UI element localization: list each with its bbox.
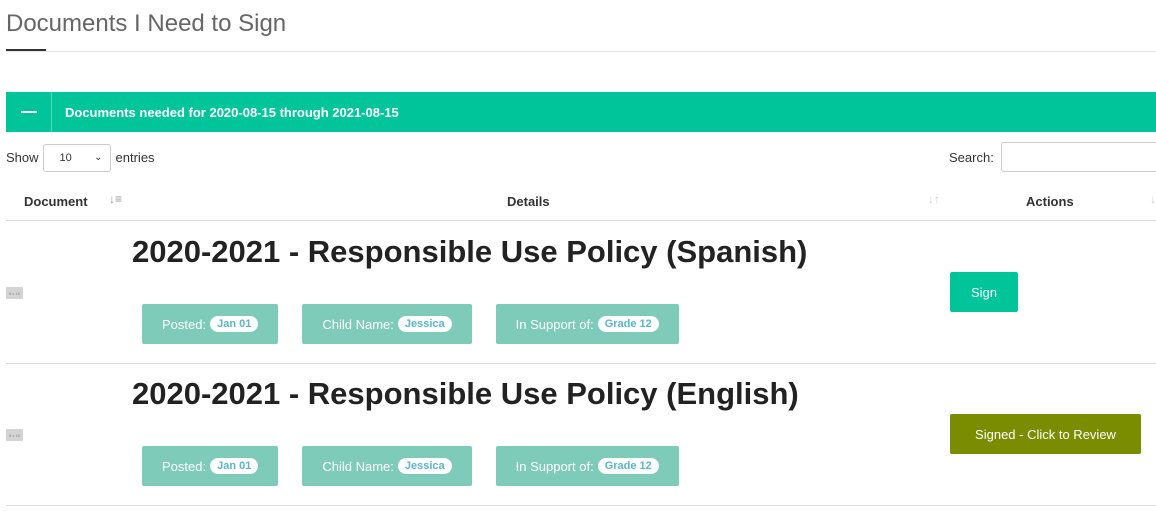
sort-both-icon[interactable]: ↓ bbox=[1150, 192, 1156, 206]
posted-label: Posted: bbox=[162, 316, 207, 332]
grade-badge: Grade 12 bbox=[597, 458, 659, 474]
document-details-tags: Posted: Jan 01 Child Name: Jessica In Su… bbox=[142, 446, 679, 486]
child-name-badge: Jessica bbox=[397, 458, 452, 474]
support-label: In Support of: bbox=[515, 316, 594, 332]
document-title: 2020-2021 - Responsible Use Policy (Engl… bbox=[132, 376, 799, 411]
column-header-details[interactable]: Details bbox=[507, 194, 550, 209]
posted-date-badge: Jan 01 bbox=[210, 458, 259, 474]
child-name-label: Child Name: bbox=[322, 316, 394, 332]
child-name-tag: Child Name: Jessica bbox=[302, 446, 472, 486]
collapse-toggle-button[interactable] bbox=[6, 92, 52, 132]
title-divider bbox=[6, 51, 1156, 52]
sign-button[interactable]: Sign bbox=[950, 272, 1018, 312]
sort-ascending-icon[interactable]: ↓≡ bbox=[109, 192, 122, 206]
table-row: 8 x 16 2020-2021 - Responsible Use Polic… bbox=[6, 222, 1156, 364]
search-input[interactable] bbox=[1000, 142, 1156, 172]
child-name-badge: Jessica bbox=[397, 316, 452, 332]
search-label: Search: bbox=[949, 149, 994, 165]
chevron-down-icon: ⌄ bbox=[94, 152, 103, 163]
document-thumbnail[interactable]: 8 x 16 bbox=[6, 429, 23, 441]
document-details-tags: Posted: Jan 01 Child Name: Jessica In Su… bbox=[142, 304, 679, 344]
table-row: 8 x 16 2020-2021 - Responsible Use Polic… bbox=[6, 364, 1156, 506]
documents-panel-header: Documents needed for 2020-08-15 through … bbox=[6, 92, 1156, 132]
column-header-document[interactable]: Document bbox=[24, 194, 88, 209]
signed-review-button[interactable]: Signed - Click to Review bbox=[950, 414, 1141, 454]
document-thumbnail-text: 8 x 16 bbox=[9, 290, 20, 296]
entries-label: entries bbox=[115, 150, 155, 165]
posted-tag: Posted: Jan 01 bbox=[142, 446, 279, 486]
show-label: Show bbox=[6, 150, 39, 165]
entries-select-value: 10 bbox=[59, 151, 72, 164]
minus-icon bbox=[20, 111, 37, 113]
child-name-tag: Child Name: Jessica bbox=[302, 304, 472, 344]
search-control: Search: bbox=[949, 142, 1156, 172]
child-name-label: Child Name: bbox=[322, 458, 394, 474]
panel-title: Documents needed for 2020-08-15 through … bbox=[65, 104, 399, 120]
support-tag: In Support of: Grade 12 bbox=[495, 304, 679, 344]
document-thumbnail[interactable]: 8 x 16 bbox=[6, 287, 23, 299]
support-tag: In Support of: Grade 12 bbox=[495, 446, 679, 486]
entries-select[interactable]: 10 ⌄ bbox=[42, 143, 111, 172]
posted-date-badge: Jan 01 bbox=[210, 316, 259, 332]
table-header: Document ↓≡ Details ↓↑ Actions ↓ bbox=[6, 183, 1156, 221]
grade-badge: Grade 12 bbox=[597, 316, 659, 332]
support-label: In Support of: bbox=[515, 458, 594, 474]
document-thumbnail-text: 8 x 16 bbox=[9, 432, 20, 438]
entries-length-control: Show 10 ⌄ entries bbox=[6, 143, 155, 172]
column-header-actions[interactable]: Actions bbox=[1026, 194, 1074, 209]
page-title: Documents I Need to Sign bbox=[6, 10, 287, 37]
posted-tag: Posted: Jan 01 bbox=[142, 304, 279, 344]
sort-both-icon[interactable]: ↓↑ bbox=[928, 192, 940, 206]
posted-label: Posted: bbox=[162, 458, 207, 474]
document-title: 2020-2021 - Responsible Use Policy (Span… bbox=[132, 234, 808, 269]
